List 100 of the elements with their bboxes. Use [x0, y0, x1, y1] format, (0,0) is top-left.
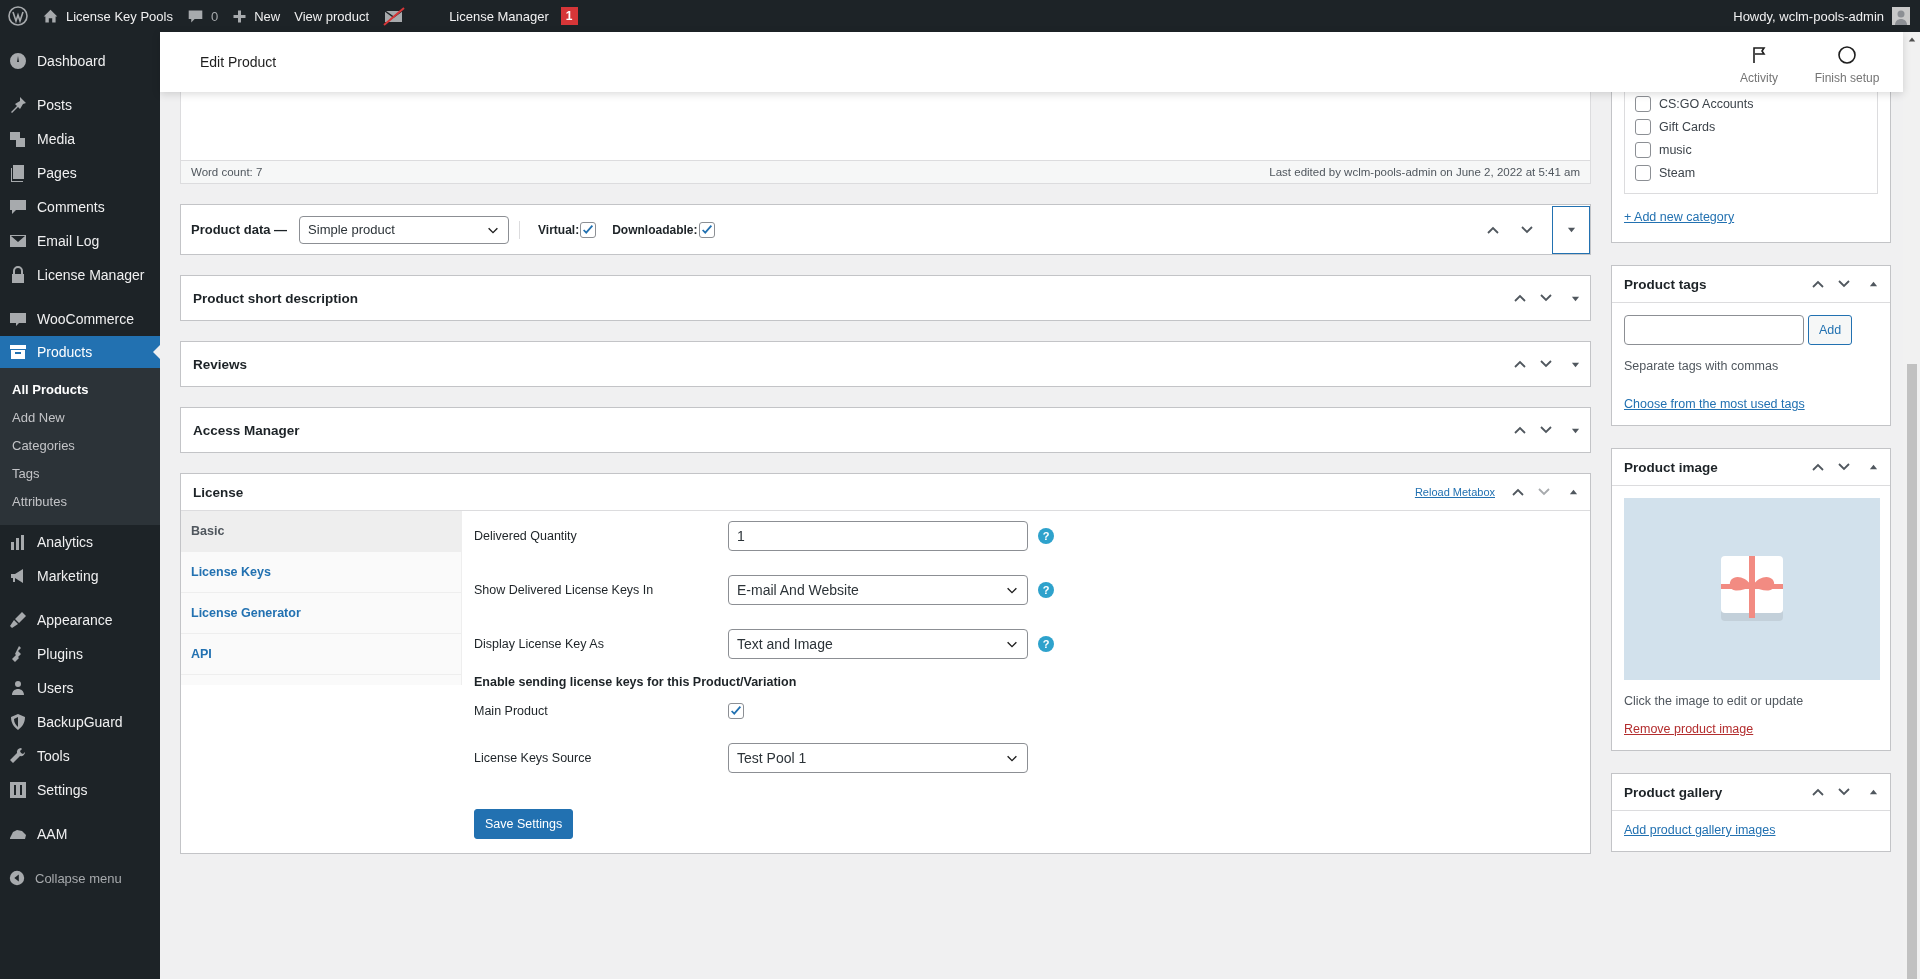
category-label: CS:GO Accounts — [1659, 97, 1754, 111]
page-title: Edit Product — [200, 54, 277, 70]
new-link[interactable]: New — [254, 8, 281, 24]
remove-image-link[interactable]: Remove product image — [1624, 722, 1754, 736]
license-tab[interactable]: Basic — [181, 511, 461, 552]
sidebar-menu-item[interactable]: Settings — [0, 773, 160, 807]
sidebar-menu-item[interactable]: Comments — [0, 190, 160, 224]
home-icon — [42, 7, 59, 25]
checkbox[interactable] — [1635, 142, 1651, 158]
panel-title[interactable]: License — [193, 484, 244, 500]
toggle-arrow-icon[interactable] — [1869, 462, 1878, 472]
field-label: Display License Key As — [474, 637, 605, 651]
sidebar-menu-item[interactable]: Email Log — [0, 224, 160, 258]
circle-icon — [1837, 45, 1857, 65]
sidebar-menu-item[interactable]: Pages — [0, 156, 160, 190]
toggle-panel-button[interactable] — [1552, 205, 1590, 254]
toggle-arrow-icon[interactable] — [1869, 279, 1878, 289]
menu-item-icon — [8, 780, 28, 800]
header-action-button[interactable]: Activity — [1715, 39, 1803, 85]
header-action-button[interactable]: Finish setup — [1803, 39, 1891, 85]
sidebar-menu-item[interactable]: Products — [0, 336, 160, 368]
checkbox[interactable] — [1635, 96, 1651, 112]
menu-item-icon — [8, 129, 28, 149]
submenu-item[interactable]: All Products — [0, 375, 160, 403]
add-tag-button[interactable]: Add — [1808, 315, 1853, 345]
sidebar-menu-item[interactable]: Plugins — [0, 637, 160, 671]
panel-title[interactable]: Access Manager — [193, 422, 300, 438]
mail-crossed-icon[interactable] — [383, 6, 406, 26]
field-label: Show Delivered License Keys In — [474, 583, 655, 597]
dropdown-select[interactable]: Text and Image — [728, 629, 1028, 659]
checkbox[interactable] — [698, 221, 715, 238]
tags-hint: Separate tags with commas — [1624, 359, 1779, 373]
submenu-item[interactable]: Add New — [0, 403, 160, 431]
panel-title[interactable]: Product gallery — [1624, 784, 1723, 800]
field-label: Delivered Quantity — [474, 529, 578, 543]
collapse-icon — [8, 869, 26, 887]
panel-title[interactable]: Product tags — [1624, 276, 1707, 292]
submenu-item[interactable]: Tags — [0, 459, 160, 487]
menu-item-icon — [8, 746, 28, 766]
panel-title[interactable]: Reviews — [193, 356, 248, 372]
checkbox[interactable] — [1635, 165, 1651, 181]
checkbox[interactable] — [580, 221, 597, 238]
license-tab[interactable]: API — [181, 634, 461, 675]
quantity-input-field[interactable]: 1 — [728, 521, 1028, 551]
scroll-up-icon[interactable] — [1907, 36, 1916, 44]
sidebar-menu-item[interactable]: AAM — [0, 817, 160, 851]
sidebar-menu-item[interactable]: Tools — [0, 739, 160, 773]
submenu-item[interactable]: Categories — [0, 431, 160, 459]
sidebar-menu-item[interactable]: WooCommerce — [0, 302, 160, 336]
add-category-link[interactable]: + Add new category — [1624, 210, 1878, 224]
dropdown-select[interactable]: Test Pool 1 — [728, 743, 1028, 773]
sidebar-menu-item[interactable]: BackupGuard — [0, 705, 160, 739]
scrollbar-thumb[interactable] — [1906, 364, 1917, 979]
panel-title[interactable]: Product short description — [193, 290, 358, 306]
checkbox-label: Downloadable: — [612, 222, 698, 237]
category-label: Gift Cards — [1659, 120, 1716, 134]
sidebar-menu-item[interactable]: Appearance — [0, 603, 160, 637]
sidebar-menu-item[interactable]: Posts — [0, 88, 160, 122]
panel-title[interactable]: Product image — [1624, 459, 1718, 475]
product-data-label: Product data — — [191, 222, 288, 237]
menu-item-icon — [8, 51, 28, 71]
product-type-select[interactable]: Simple product — [299, 215, 510, 244]
menu-item-icon — [8, 712, 28, 732]
toggle-arrow-icon[interactable] — [1869, 787, 1878, 797]
sidebar-menu-item[interactable]: Users — [0, 671, 160, 705]
notification-badge: 1 — [560, 7, 578, 25]
field-label: Main Product — [474, 704, 549, 718]
sidebar-menu-item[interactable]: Analytics — [0, 525, 160, 559]
tag-input-field[interactable] — [1624, 315, 1804, 345]
sidebar-menu-item[interactable]: License Manager — [0, 258, 160, 292]
license-manager-link[interactable]: License Manager — [449, 8, 549, 24]
menu-item-icon — [8, 197, 28, 217]
reload-metabox-link[interactable]: Reload Metabox — [1414, 486, 1495, 498]
category-label: music — [1659, 143, 1692, 157]
image-hint: Click the image to edit or update — [1624, 694, 1804, 708]
section-heading: Enable sending license keys for this Product/Variation — [474, 675, 798, 689]
license-tab[interactable]: License Keys — [181, 552, 461, 593]
plus-icon — [232, 8, 248, 24]
menu-item-icon — [8, 610, 28, 630]
toggle-arrow-icon — [1566, 225, 1576, 234]
howdy-link[interactable]: Howdy, wclm-pools-admin — [1733, 8, 1884, 24]
checkbox[interactable] — [1635, 119, 1651, 135]
collapse-menu-button[interactable]: Collapse menu — [0, 861, 160, 895]
sidebar-menu-item[interactable]: Dashboard — [0, 44, 160, 78]
view-product-link[interactable]: View product — [294, 8, 370, 24]
wordpress-logo-icon[interactable] — [8, 6, 28, 26]
license-tab[interactable]: License Generator — [181, 593, 461, 634]
submenu-item[interactable]: Attributes — [0, 487, 160, 515]
comments-count[interactable]: 0 — [210, 8, 219, 24]
site-title-link[interactable]: License Key Pools — [66, 8, 173, 24]
add-gallery-images-link[interactable]: Add product gallery images — [1624, 823, 1776, 837]
field-label: License Keys Source — [474, 751, 593, 765]
sidebar-menu-item[interactable]: Media — [0, 122, 160, 156]
menu-item-icon — [8, 342, 28, 362]
checkbox[interactable] — [728, 703, 744, 719]
dropdown-select[interactable]: E-mail And Website — [728, 575, 1028, 605]
most-used-tags-link[interactable]: Choose from the most used tags — [1624, 397, 1805, 411]
save-settings-button[interactable]: Save Settings — [474, 809, 574, 839]
sidebar-menu-item[interactable]: Marketing — [0, 559, 160, 593]
toggle-arrow-icon[interactable] — [1569, 487, 1578, 497]
